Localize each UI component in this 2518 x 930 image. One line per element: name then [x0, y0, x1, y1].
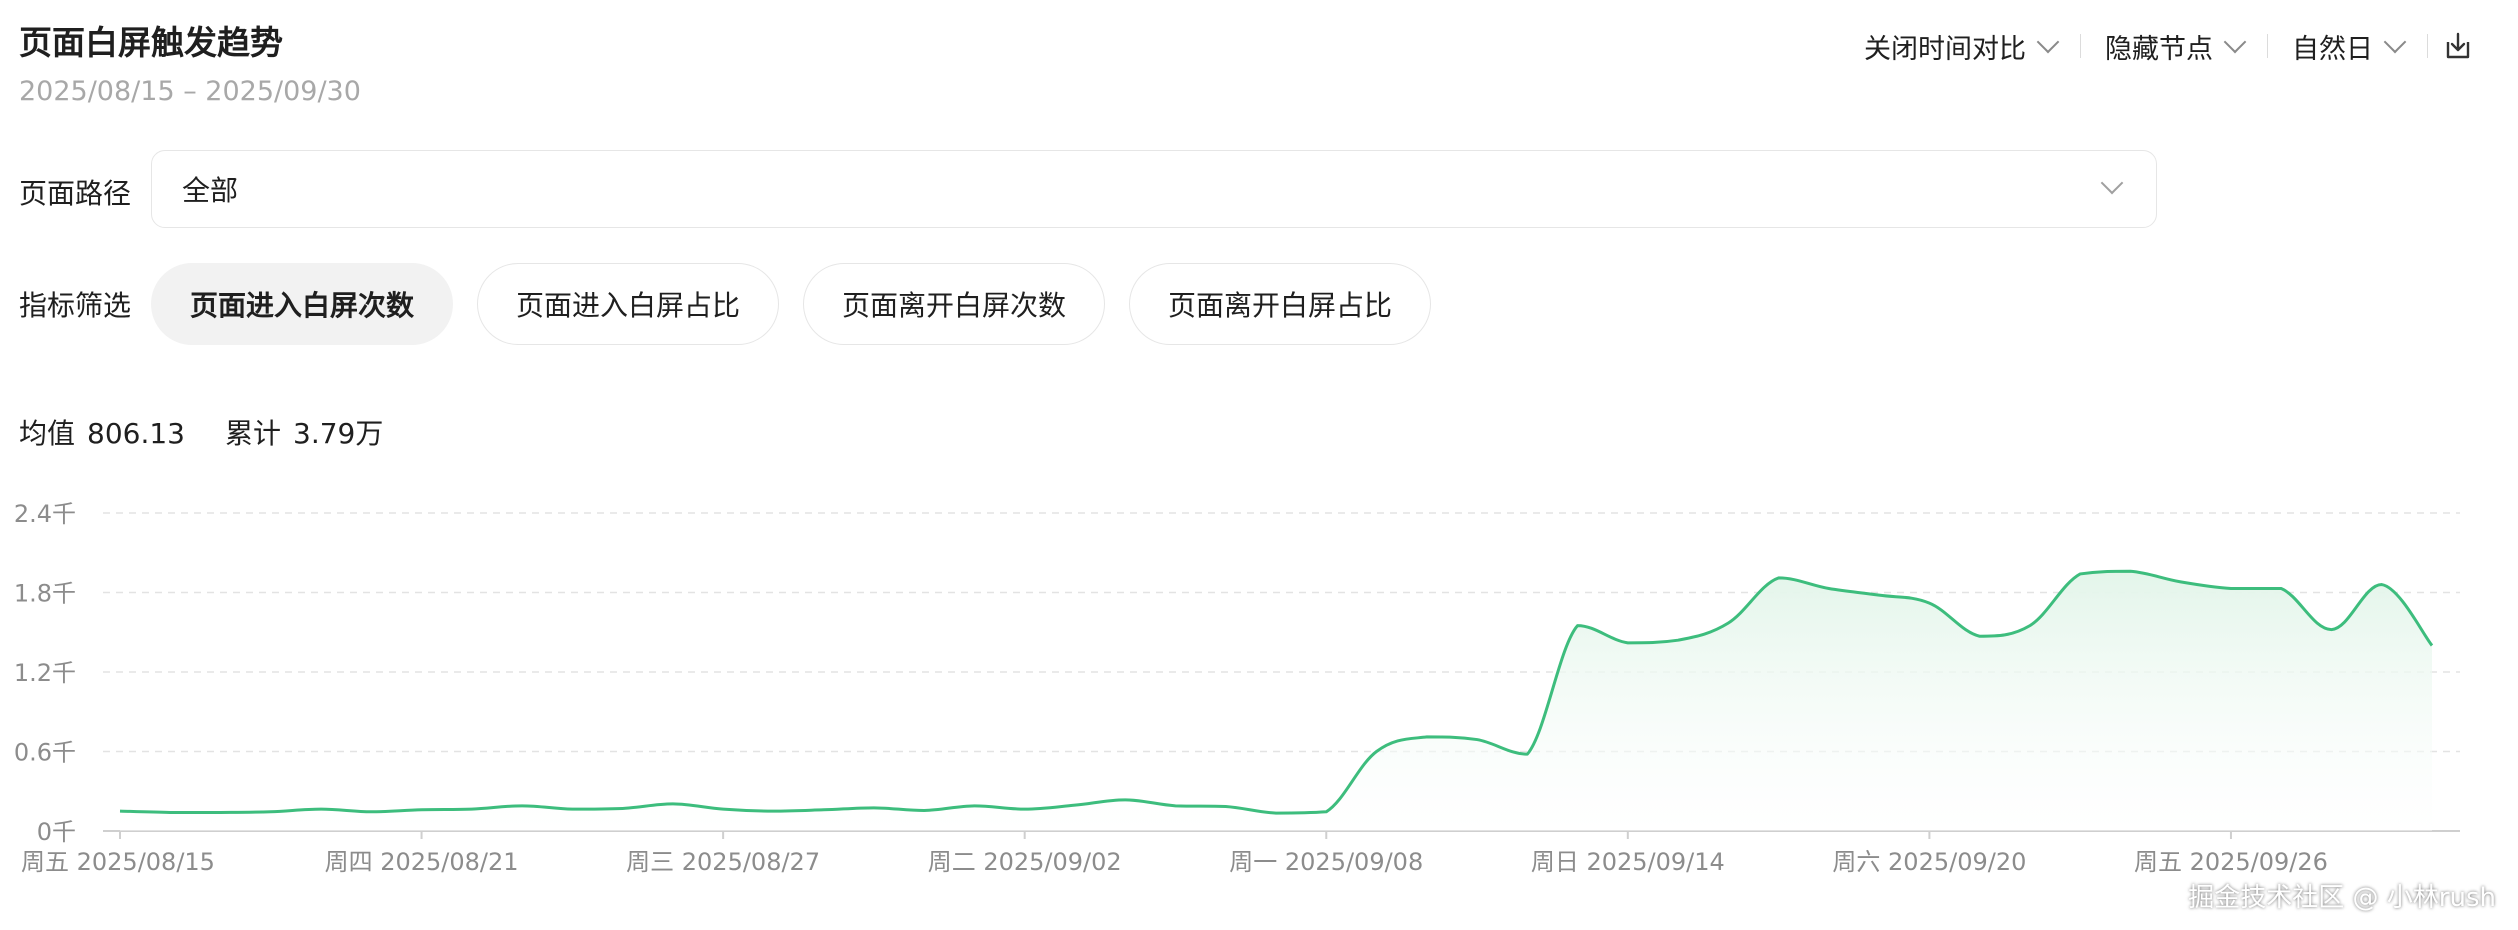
- path-filter-label: 页面路径: [19, 177, 132, 210]
- compare-label: 关闭时间对比: [1864, 33, 2026, 65]
- data-point: [871, 805, 877, 811]
- chevron-down-icon: [2383, 30, 2407, 54]
- total-stat: 累计 3.79万: [225, 412, 383, 452]
- data-point: [419, 807, 425, 813]
- total-value: 3.79万: [293, 417, 384, 450]
- data-point: [1474, 737, 1480, 743]
- data-point: [167, 809, 173, 815]
- download-button[interactable]: [2438, 26, 2478, 66]
- data-point: [1876, 592, 1882, 598]
- metric-pill[interactable]: 页面进入白屏占比: [477, 263, 780, 345]
- data-point: [1826, 586, 1832, 592]
- x-tick-label: 周五 2025/08/15: [21, 848, 215, 876]
- data-point: [1926, 600, 1932, 606]
- metric-pills: 页面进入白屏次数 页面进入白屏占比 页面离开白屏次数 页面离开白屏占比: [151, 263, 1432, 345]
- data-point: [1625, 640, 1631, 646]
- data-point: [268, 809, 274, 815]
- series-area: [120, 571, 2432, 831]
- path-select-value: 全部: [182, 174, 239, 207]
- date-range: 2025/08/15 – 2025/09/30: [19, 76, 361, 107]
- metric-pill[interactable]: 页面离开白屏占比: [1129, 263, 1432, 345]
- data-point: [519, 803, 525, 809]
- data-point: [620, 805, 626, 811]
- data-point: [1977, 633, 1983, 639]
- data-point: [469, 806, 475, 812]
- data-point: [921, 807, 927, 813]
- chevron-down-icon: [2223, 30, 2247, 54]
- data-point: [2328, 627, 2334, 633]
- summary-stats: 均值 806.13 累计 3.79万: [19, 412, 383, 452]
- granularity-label: 自然日: [2292, 33, 2373, 65]
- trend-chart[interactable]: 0千 0.6千 1.2千 1.8千 2.4千周五 2025/08/15 周四 2025/0…: [0, 480, 2500, 900]
- data-point: [720, 806, 726, 812]
- path-select[interactable]: 全部: [151, 150, 2157, 228]
- data-point: [1223, 803, 1229, 809]
- data-point: [1323, 809, 1329, 815]
- data-point: [1424, 734, 1430, 740]
- chart-toolbar: 关闭时间对比 隐藏节点 自然日: [1840, 24, 2478, 68]
- x-tick-label: 周三 2025/08/27: [626, 848, 820, 876]
- x-tick-label: 周一 2025/09/08: [1229, 848, 1423, 876]
- watermark: 掘金技术社区 @ 小林rush: [2188, 883, 2496, 913]
- data-point: [2027, 623, 2033, 629]
- page-title: 页面白屏触发趋势: [19, 23, 283, 62]
- data-point: [1022, 806, 1028, 812]
- y-tick-label: 1.8千: [14, 580, 76, 608]
- x-tick-label: 周六 2025/09/20: [1832, 848, 2026, 876]
- data-point: [2379, 582, 2385, 588]
- data-point: [368, 809, 374, 815]
- data-point: [2178, 579, 2184, 585]
- avg-value: 806.13: [87, 417, 185, 450]
- x-tick-label: 周日 2025/09/14: [1531, 848, 1725, 876]
- data-point: [821, 807, 827, 813]
- data-point: [1273, 810, 1279, 816]
- data-point: [1374, 749, 1380, 755]
- granularity-dropdown[interactable]: 自然日: [2268, 27, 2427, 66]
- data-point: [2429, 643, 2435, 649]
- y-tick-label: 0千: [37, 818, 76, 846]
- data-point: [1675, 637, 1681, 643]
- data-point: [2228, 586, 2234, 592]
- data-point: [1725, 620, 1731, 626]
- data-point: [1776, 575, 1782, 581]
- nodes-label: 隐藏节点: [2105, 33, 2213, 65]
- data-point: [670, 801, 676, 807]
- data-point: [1122, 797, 1128, 803]
- metric-filter-label: 指标筛选: [19, 289, 132, 322]
- data-point: [318, 806, 324, 812]
- data-point: [1072, 802, 1078, 808]
- x-tick-label: 周五 2025/09/26: [2134, 848, 2328, 876]
- data-point: [2127, 568, 2133, 574]
- compare-dropdown[interactable]: 关闭时间对比: [1840, 27, 2080, 66]
- data-point: [770, 808, 776, 814]
- download-icon: [2446, 32, 2470, 59]
- data-point: [1575, 623, 1581, 629]
- avg-label: 均值: [19, 417, 76, 450]
- total-label: 累计: [225, 417, 282, 450]
- metric-pill[interactable]: 页面进入白屏次数: [151, 263, 454, 345]
- chevron-down-icon: [2100, 171, 2124, 195]
- data-point: [117, 808, 123, 814]
- data-point: [1172, 803, 1178, 809]
- y-tick-label: 2.4千: [14, 500, 76, 528]
- divider: [2427, 34, 2428, 58]
- data-point: [1524, 751, 1530, 757]
- y-tick-label: 1.2千: [14, 659, 76, 687]
- data-point: [2278, 586, 2284, 592]
- data-point: [218, 809, 224, 815]
- data-point: [2077, 571, 2083, 577]
- x-tick-label: 周四 2025/08/21: [325, 848, 519, 876]
- x-tick-label: 周二 2025/09/02: [928, 848, 1122, 876]
- data-point: [971, 803, 977, 809]
- y-tick-label: 0.6千: [14, 739, 76, 767]
- avg-stat: 均值 806.13: [19, 412, 185, 452]
- chevron-down-icon: [2036, 30, 2060, 54]
- nodes-dropdown[interactable]: 隐藏节点: [2081, 27, 2267, 66]
- metric-pill[interactable]: 页面离开白屏次数: [803, 263, 1106, 345]
- data-point: [569, 806, 575, 812]
